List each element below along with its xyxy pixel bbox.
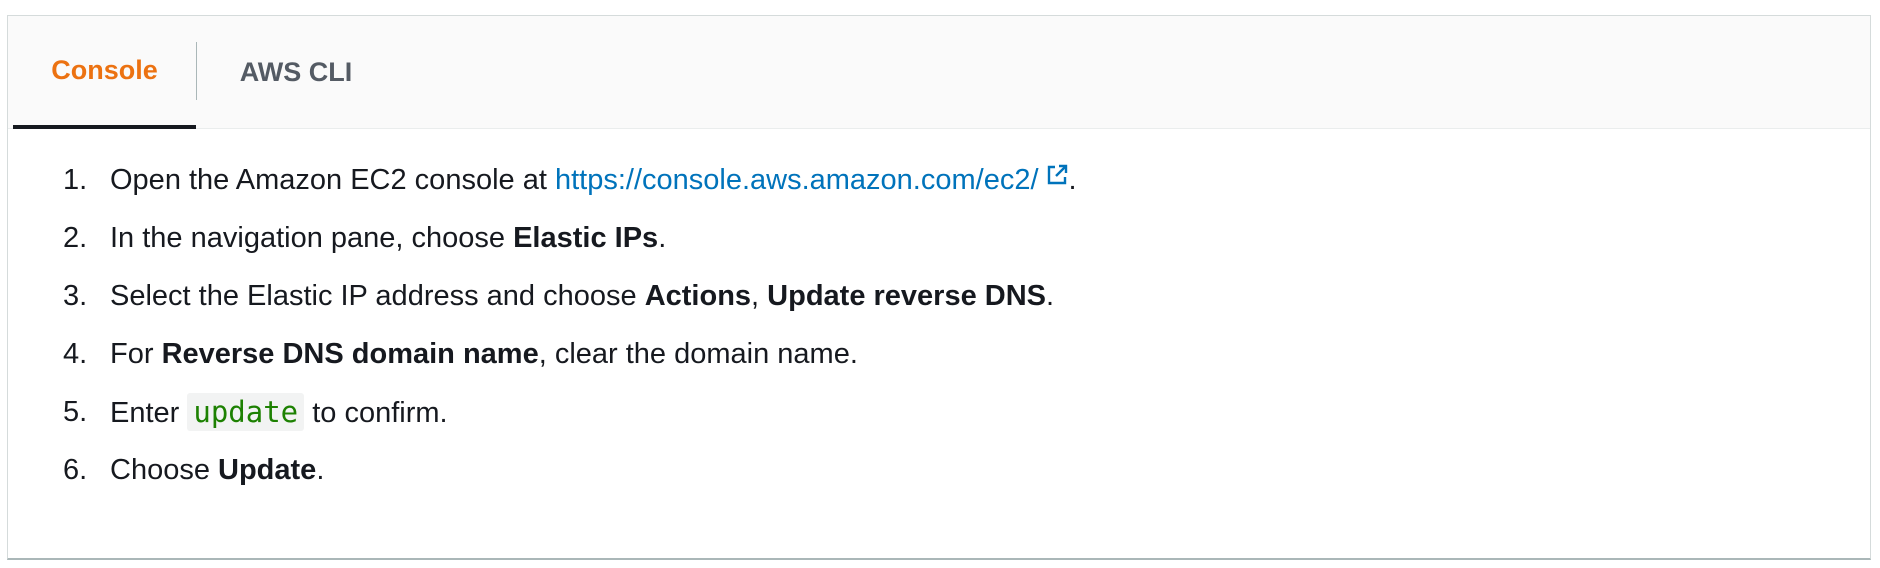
external-link-icon[interactable] — [1045, 149, 1069, 207]
step-text-end: . — [1068, 164, 1077, 196]
tab-console[interactable]: Console — [13, 16, 196, 129]
list-item: 3. Select the Elastic IP address and choo… — [63, 267, 1077, 325]
step-number: 1. — [63, 164, 88, 196]
list-item: 6. Choose Update. — [63, 441, 1077, 499]
step-text: Select the Elastic IP address and choose — [110, 280, 645, 312]
step-number: 3. — [63, 280, 88, 312]
tab-bar: Console AWS CLI — [8, 16, 1870, 129]
step-text: Open the Amazon EC2 console at — [110, 164, 555, 196]
list-item: 2. In the navigation pane, choose Elastic… — [63, 209, 1077, 267]
list-item: 5. Enter update to confirm. — [63, 383, 1077, 441]
tabs-panel: Console AWS CLI 1. Open the Amazon EC2 co… — [7, 15, 1871, 560]
list-item: 4. For Reverse DNS domain name, clear the… — [63, 325, 1077, 383]
step-text-end: . — [658, 222, 667, 254]
step-number: 5. — [63, 396, 88, 428]
step-text: In the navigation pane, choose — [110, 222, 514, 254]
step-text-end: , clear the domain name. — [538, 338, 858, 370]
step-text: Choose — [110, 454, 219, 486]
step-text-end: . — [316, 454, 325, 486]
step-text-mid: , — [751, 280, 768, 312]
step-number: 2. — [63, 222, 88, 254]
ui-term: Update — [218, 454, 317, 486]
ui-term: Elastic IPs — [513, 222, 659, 254]
ui-term: Update reverse DNS — [767, 280, 1046, 312]
list-item: 1. Open the Amazon EC2 console at https:/… — [63, 151, 1077, 209]
ui-term: Actions — [644, 280, 752, 312]
step-text: For — [110, 338, 162, 370]
inline-code: update — [187, 393, 305, 431]
step-number: 6. — [63, 454, 88, 486]
steps-list: 1. Open the Amazon EC2 console at https:/… — [63, 151, 1077, 499]
step-text-end: to confirm. — [304, 397, 448, 429]
step-number: 4. — [63, 338, 88, 370]
ec2-console-link[interactable]: https://console.aws.amazon.com/ec2/ — [555, 164, 1039, 196]
step-text: Enter — [110, 397, 188, 429]
tab-aws-cli[interactable]: AWS CLI — [197, 16, 395, 129]
step-text-end: . — [1046, 280, 1055, 312]
ui-term: Reverse DNS domain name — [161, 338, 539, 370]
